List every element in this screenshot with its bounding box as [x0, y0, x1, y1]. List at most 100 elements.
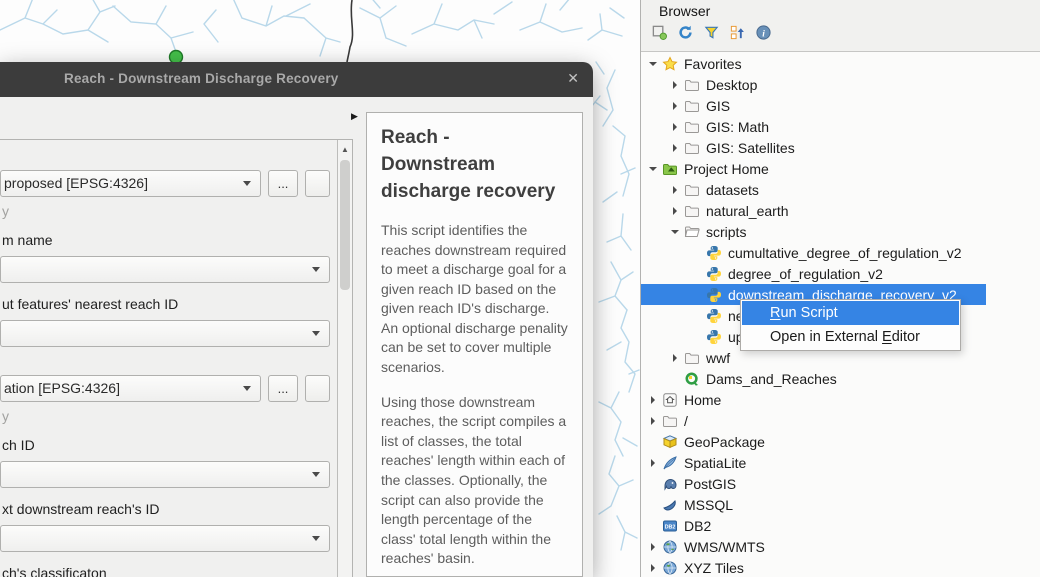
geopackage-icon — [662, 434, 678, 450]
expander-open-icon[interactable] — [647, 158, 660, 179]
collapse-all-icon — [729, 24, 746, 44]
parameter-combobox[interactable] — [0, 256, 330, 283]
qgis-screen: Reach - Downstream Discharge Recovery ✕ … — [0, 0, 1040, 577]
reload-layer-button[interactable] — [305, 170, 330, 197]
expander-closed-icon[interactable] — [647, 536, 660, 557]
folder-icon — [684, 119, 700, 135]
parameter-label: ch's classificaton — [2, 566, 330, 577]
tree-item-desktop[interactable]: Desktop — [641, 74, 1040, 95]
tree-item-postgis[interactable]: PostGIS — [641, 473, 1040, 494]
expander-closed-icon[interactable] — [647, 557, 660, 577]
star-icon — [662, 56, 678, 72]
tree-item-gis-satellites[interactable]: GIS: Satellites — [641, 137, 1040, 158]
tree-item-mssql[interactable]: MSSQL — [641, 494, 1040, 515]
add-layers-icon — [651, 24, 668, 44]
expander-closed-icon[interactable] — [669, 347, 682, 368]
expander-closed-icon[interactable] — [669, 116, 682, 137]
expander-closed-icon[interactable] — [669, 200, 682, 221]
tree-item-[interactable]: / — [641, 410, 1040, 431]
tree-item-favorites[interactable]: Favorites — [641, 53, 1040, 74]
tree-item-geopackage[interactable]: GeoPackage — [641, 431, 1040, 452]
browse-ellipsis-button[interactable]: ... — [268, 170, 298, 197]
info-icon: i — [755, 24, 772, 44]
tree-item-label: GeoPackage — [684, 434, 765, 450]
properties-button[interactable]: i — [754, 24, 773, 43]
reload-layer-button[interactable] — [305, 375, 330, 402]
scrollbar-thumb[interactable] — [340, 160, 350, 290]
tree-item-db2[interactable]: DB2 DB2 — [641, 515, 1040, 536]
dialog-titlebar[interactable]: Reach - Downstream Discharge Recovery ✕ — [0, 62, 593, 97]
svg-text:i: i — [762, 29, 765, 39]
expander-spacer — [691, 263, 704, 284]
expander-spacer — [647, 431, 660, 452]
expander-spacer — [691, 242, 704, 263]
combobox-value: proposed [EPSG:4326] — [4, 171, 260, 196]
tree-item-datasets[interactable]: datasets — [641, 179, 1040, 200]
folder-icon — [684, 182, 700, 198]
tree-item-label: DB2 — [684, 518, 711, 534]
tree-item-label: Project Home — [684, 161, 769, 177]
parameter-label: y — [2, 409, 330, 424]
tree-item-dams-and-reaches[interactable]: Dams_and_Reaches — [641, 368, 1040, 389]
tree-item-gis-math[interactable]: GIS: Math — [641, 116, 1040, 137]
expander-closed-icon[interactable] — [669, 74, 682, 95]
python-icon — [706, 266, 722, 282]
expander-closed-icon[interactable] — [669, 95, 682, 116]
expander-spacer — [647, 494, 660, 515]
tree-item-wms-wmts[interactable]: WMS/WMTS — [641, 536, 1040, 557]
close-icon[interactable]: ✕ — [567, 70, 579, 87]
tree-item-label: GIS — [706, 98, 730, 114]
layer-combobox[interactable]: proposed [EPSG:4326] — [0, 170, 261, 197]
parameter-label: ch ID — [2, 438, 330, 453]
expander-spacer — [647, 473, 660, 494]
qgis-icon — [684, 371, 700, 387]
folder-icon — [684, 98, 700, 114]
tree-item-label: WMS/WMTS — [684, 539, 765, 555]
browse-ellipsis-button[interactable]: ... — [268, 375, 298, 402]
tree-item-label: MSSQL — [684, 497, 733, 513]
tree-item-degree-of-regulation-v2[interactable]: degree_of_regulation_v2 — [641, 263, 1040, 284]
python-icon — [706, 329, 722, 345]
parameter-label: m name — [2, 233, 330, 248]
tree-item-spatialite[interactable]: SpatiaLite — [641, 452, 1040, 473]
expander-open-icon[interactable] — [647, 53, 660, 74]
refresh-button[interactable] — [676, 24, 695, 43]
tree-item-xyz-tiles[interactable]: XYZ Tiles — [641, 557, 1040, 577]
tree-item-label: GIS: Math — [706, 119, 769, 135]
expander-spacer — [647, 515, 660, 536]
python-icon — [706, 287, 722, 303]
folder-icon — [684, 77, 700, 93]
scrollbar-up-icon[interactable]: ▲ — [338, 140, 352, 158]
filter-browser-button[interactable] — [702, 24, 721, 43]
tree-item-label: degree_of_regulation_v2 — [728, 266, 883, 282]
help-panel: Reach - Downstream discharge recovery Th… — [366, 112, 583, 577]
expander-closed-icon[interactable] — [647, 410, 660, 431]
expander-spacer — [691, 305, 704, 326]
expander-open-icon[interactable] — [669, 221, 682, 242]
tree-item-scripts[interactable]: scripts — [641, 221, 1040, 242]
parameter-combobox[interactable] — [0, 525, 330, 552]
db2-icon: DB2 — [662, 518, 678, 534]
collapse-all-button[interactable] — [728, 24, 747, 43]
menu-item-open-in-external-editor[interactable]: Open in External Editor — [742, 325, 959, 349]
folder-open-icon — [684, 224, 700, 240]
parameter-combobox[interactable] — [0, 461, 330, 488]
parameter-combobox[interactable] — [0, 320, 330, 347]
tree-item-gis[interactable]: GIS — [641, 95, 1040, 116]
expander-closed-icon[interactable] — [647, 389, 660, 410]
layer-combobox[interactable]: ation [EPSG:4326] — [0, 375, 261, 402]
add-selected-layers-button[interactable] — [650, 24, 669, 43]
expander-closed-icon[interactable] — [647, 452, 660, 473]
help-paragraph: Using those downstream reaches, the scri… — [381, 393, 568, 569]
tree-item-label: natural_earth — [706, 203, 789, 219]
tree-item-home[interactable]: Home — [641, 389, 1040, 410]
tree-item-cumultative-degree-of-regulation-v2[interactable]: cumultative_degree_of_regulation_v2 — [641, 242, 1040, 263]
expander-closed-icon[interactable] — [669, 179, 682, 200]
menu-item-run-script[interactable]: Run Script — [742, 301, 959, 325]
wms-globe-icon — [662, 539, 678, 555]
help-collapse-icon[interactable]: ▶ — [351, 111, 358, 122]
expander-closed-icon[interactable] — [669, 137, 682, 158]
tree-item-project-home[interactable]: Project Home — [641, 158, 1040, 179]
tree-item-natural-earth[interactable]: natural_earth — [641, 200, 1040, 221]
dialog-scrollbar[interactable]: ▲ — [337, 140, 352, 577]
